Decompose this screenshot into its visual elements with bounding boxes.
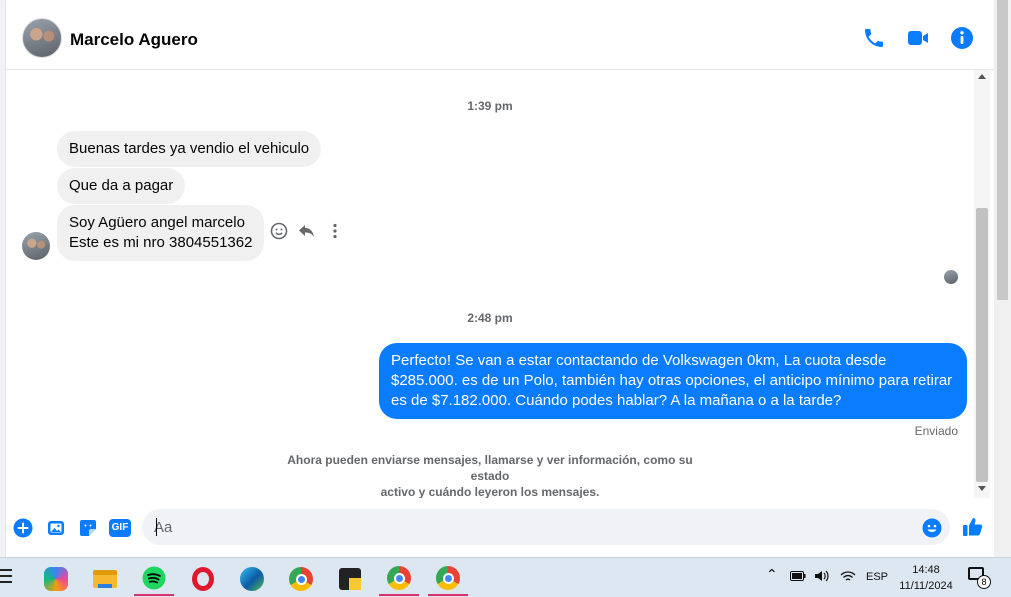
seen-avatar (944, 270, 958, 284)
taskbar: ⌃ ESP 14:48 11/11/2024 8 (0, 557, 1011, 597)
clock-date: 11/11/2024 (899, 580, 953, 592)
scroll-up-arrow-icon[interactable] (978, 74, 986, 79)
react-icon[interactable] (269, 221, 289, 241)
page-scrollbar[interactable] (994, 0, 1011, 557)
sticker-icon[interactable] (78, 518, 98, 538)
file-explorer-icon[interactable] (85, 562, 125, 596)
scroll-down-arrow-icon[interactable] (978, 486, 986, 491)
incoming-message[interactable]: Que da a pagar (57, 168, 186, 204)
page-scrollbar-thumb[interactable] (997, 0, 1008, 300)
photo-icon[interactable] (46, 518, 66, 538)
timestamp: 2:48 pm (467, 311, 513, 325)
text-cursor (156, 518, 157, 536)
add-icon[interactable] (13, 518, 33, 538)
messenger-window: Marcelo Aguero 1:39 pm Buenas tardes ya … (0, 0, 1011, 557)
connection-info: Ahora pueden enviarse mensajes, llamarse… (270, 452, 710, 500)
info-icon[interactable] (950, 26, 974, 50)
language-indicator[interactable]: ESP (866, 571, 888, 583)
message-composer: GIF (6, 498, 994, 557)
sent-status: Enviado (914, 424, 958, 438)
chrome-icon[interactable] (281, 562, 321, 596)
edge-icon[interactable] (232, 562, 272, 596)
reply-icon[interactable] (297, 221, 317, 241)
message-input[interactable] (142, 509, 950, 545)
emoji-icon[interactable] (922, 518, 942, 538)
incoming-message[interactable]: Buenas tardes ya vendio el vehiculo (57, 131, 322, 167)
chrome-profile-icon[interactable] (379, 562, 419, 596)
chrome-profile-icon[interactable] (428, 562, 468, 596)
chat-scrollbar-thumb[interactable] (976, 208, 988, 482)
task-view-icon[interactable] (0, 569, 12, 585)
contact-name[interactable]: Marcelo Aguero (70, 30, 198, 50)
message-line: Este es mi nro 3804551362 (69, 234, 253, 251)
contact-avatar[interactable] (22, 18, 62, 58)
clock-time: 14:48 (912, 564, 940, 576)
video-call-icon[interactable] (906, 26, 930, 50)
chevron-up-icon[interactable]: ⌃ (766, 566, 778, 583)
wifi-icon[interactable] (840, 570, 856, 582)
spotify-icon[interactable] (134, 562, 174, 596)
clock[interactable]: 14:48 11/11/2024 (888, 562, 964, 594)
notifications-icon[interactable]: 8 (968, 567, 991, 589)
sticky-notes-icon[interactable] (330, 562, 370, 596)
gif-icon[interactable]: GIF (109, 519, 131, 537)
sender-avatar (22, 232, 50, 260)
copilot-icon[interactable] (36, 562, 76, 596)
notification-count-badge: 8 (977, 575, 991, 589)
more-icon[interactable] (325, 221, 345, 241)
incoming-message[interactable]: Soy Agüero angel marcelo Este es mi nro … (57, 205, 265, 261)
conversation-header: Marcelo Aguero (6, 6, 994, 70)
info-line: Ahora pueden enviarse mensajes, llamarse… (287, 453, 693, 483)
volume-icon[interactable] (814, 569, 830, 583)
like-icon[interactable] (962, 516, 984, 538)
message-line: Soy Agüero angel marcelo (69, 214, 245, 231)
spotify-logo-icon (142, 566, 166, 590)
phone-icon[interactable] (862, 26, 886, 50)
battery-icon[interactable] (790, 570, 806, 582)
chat-scrollbar[interactable] (974, 70, 990, 498)
message-list: 1:39 pm Buenas tardes ya vendio el vehic… (6, 70, 974, 500)
outgoing-message[interactable]: Perfecto! Se van a estar contactando de … (379, 343, 967, 419)
opera-icon[interactable] (183, 562, 223, 596)
timestamp: 1:39 pm (467, 99, 513, 113)
